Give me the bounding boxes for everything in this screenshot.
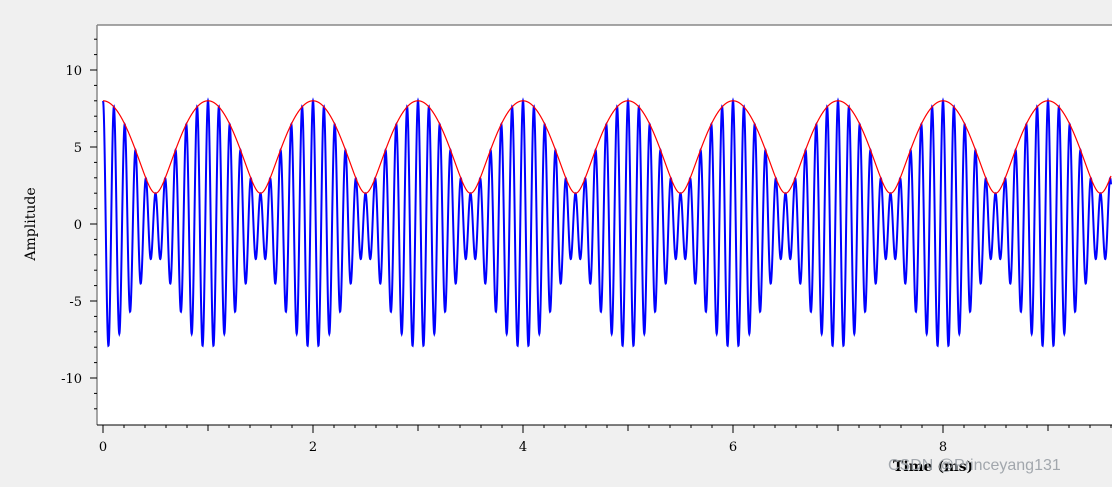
- y-tick-label: 5: [74, 141, 82, 156]
- y-tick-label: 0: [74, 218, 82, 233]
- chart-svg: -10-50510 02468 Amplitude Time (ms) CSDN…: [0, 0, 1112, 483]
- y-axis-label: Amplitude: [23, 187, 39, 261]
- y-tick-label: 10: [65, 64, 82, 79]
- watermark: CSDN @Princeyang131: [888, 457, 1061, 474]
- x-tick-label: 0: [99, 440, 107, 455]
- x-tick-label: 4: [519, 440, 527, 455]
- y-tick-label: -5: [69, 295, 82, 310]
- x-tick-label: 6: [729, 440, 737, 455]
- chart: -10 -5 0 5 10 02468 Amplitude Time (ms) CSDN…: [0, 0, 1112, 483]
- x-tick-label: 8: [939, 440, 947, 455]
- y-tick-label: -10: [61, 372, 82, 387]
- x-tick-label: 2: [309, 440, 317, 455]
